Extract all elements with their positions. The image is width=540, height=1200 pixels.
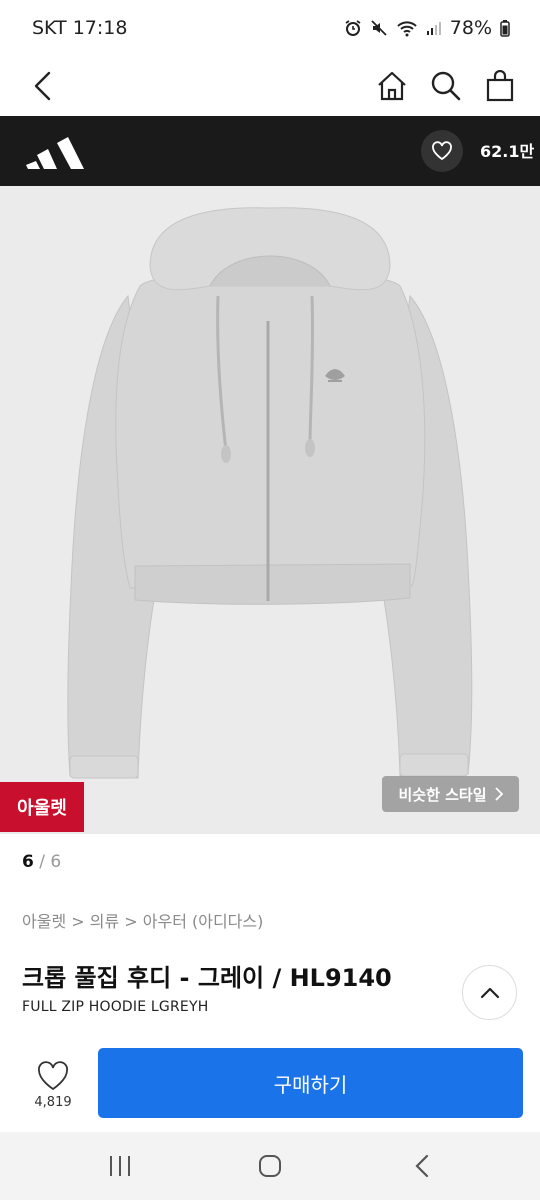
chevron-right-icon [494, 787, 503, 801]
search-button[interactable] [424, 62, 468, 110]
page-separator: / [33, 852, 51, 872]
back-icon [34, 71, 51, 101]
signal-icon [426, 19, 442, 37]
home-circle-icon [259, 1155, 281, 1177]
similar-style-label: 비슷한 스타일 [398, 785, 487, 804]
battery-icon [500, 19, 510, 37]
battery-text: 78% [449, 17, 492, 39]
heart-icon [38, 1060, 68, 1090]
bag-icon [486, 70, 514, 102]
like-button[interactable]: 4,819 [22, 1054, 84, 1116]
home-icon [378, 71, 406, 101]
heart-icon [432, 141, 452, 161]
product-subtitle: FULL ZIP HOODIE LGREYH [22, 999, 209, 1015]
recent-apps-icon [110, 1156, 130, 1176]
brand-favorite-button[interactable] [421, 130, 463, 172]
carrier-time: SKT 17:18 [32, 17, 128, 39]
alarm-icon [344, 19, 362, 37]
bottom-action-bar: 4,819 구매하기 [0, 1040, 540, 1132]
hoodie-illustration [67, 207, 473, 779]
recent-apps-button[interactable] [90, 1146, 150, 1186]
buy-button[interactable]: 구매하기 [98, 1048, 523, 1118]
status-bar: SKT 17:18 78% [0, 0, 540, 56]
search-icon [431, 71, 461, 101]
home-button[interactable] [370, 62, 414, 110]
product-page: SKT 17:18 78% 62.1만 아울렛 비슷한 스타일 6 / 6 아울… [0, 0, 540, 1200]
image-page-indicator: 6 / 6 [22, 852, 61, 872]
chevron-up-icon [480, 987, 499, 998]
bag-button[interactable] [478, 62, 522, 110]
adidas-logo[interactable] [26, 133, 86, 173]
brand-bar: 62.1만 [0, 116, 540, 186]
system-nav-bar [0, 1132, 540, 1200]
back-nav-button[interactable] [392, 1146, 452, 1186]
product-title: 크롭 풀집 후디 - 그레이 / HL9140 [22, 964, 392, 992]
similar-style-button[interactable]: 비슷한 스타일 [382, 776, 519, 812]
mute-icon [370, 19, 388, 37]
wifi-icon [396, 19, 418, 37]
brand-like-count: 62.1만 [480, 142, 535, 161]
total-pages: 6 [50, 852, 62, 872]
status-icons: 78% [344, 17, 510, 39]
home-nav-button[interactable] [240, 1146, 300, 1186]
scroll-top-button[interactable] [462, 965, 517, 1020]
current-page: 6 [22, 852, 34, 872]
product-image[interactable] [0, 186, 540, 834]
back-button[interactable] [22, 62, 62, 110]
app-header [0, 56, 540, 116]
back-nav-icon [415, 1154, 429, 1178]
outlet-badge: 아울렛 [0, 782, 84, 832]
breadcrumb[interactable]: 아울렛 > 의류 > 아우터 (아디다스) [22, 908, 263, 932]
like-count: 4,819 [34, 1094, 72, 1110]
